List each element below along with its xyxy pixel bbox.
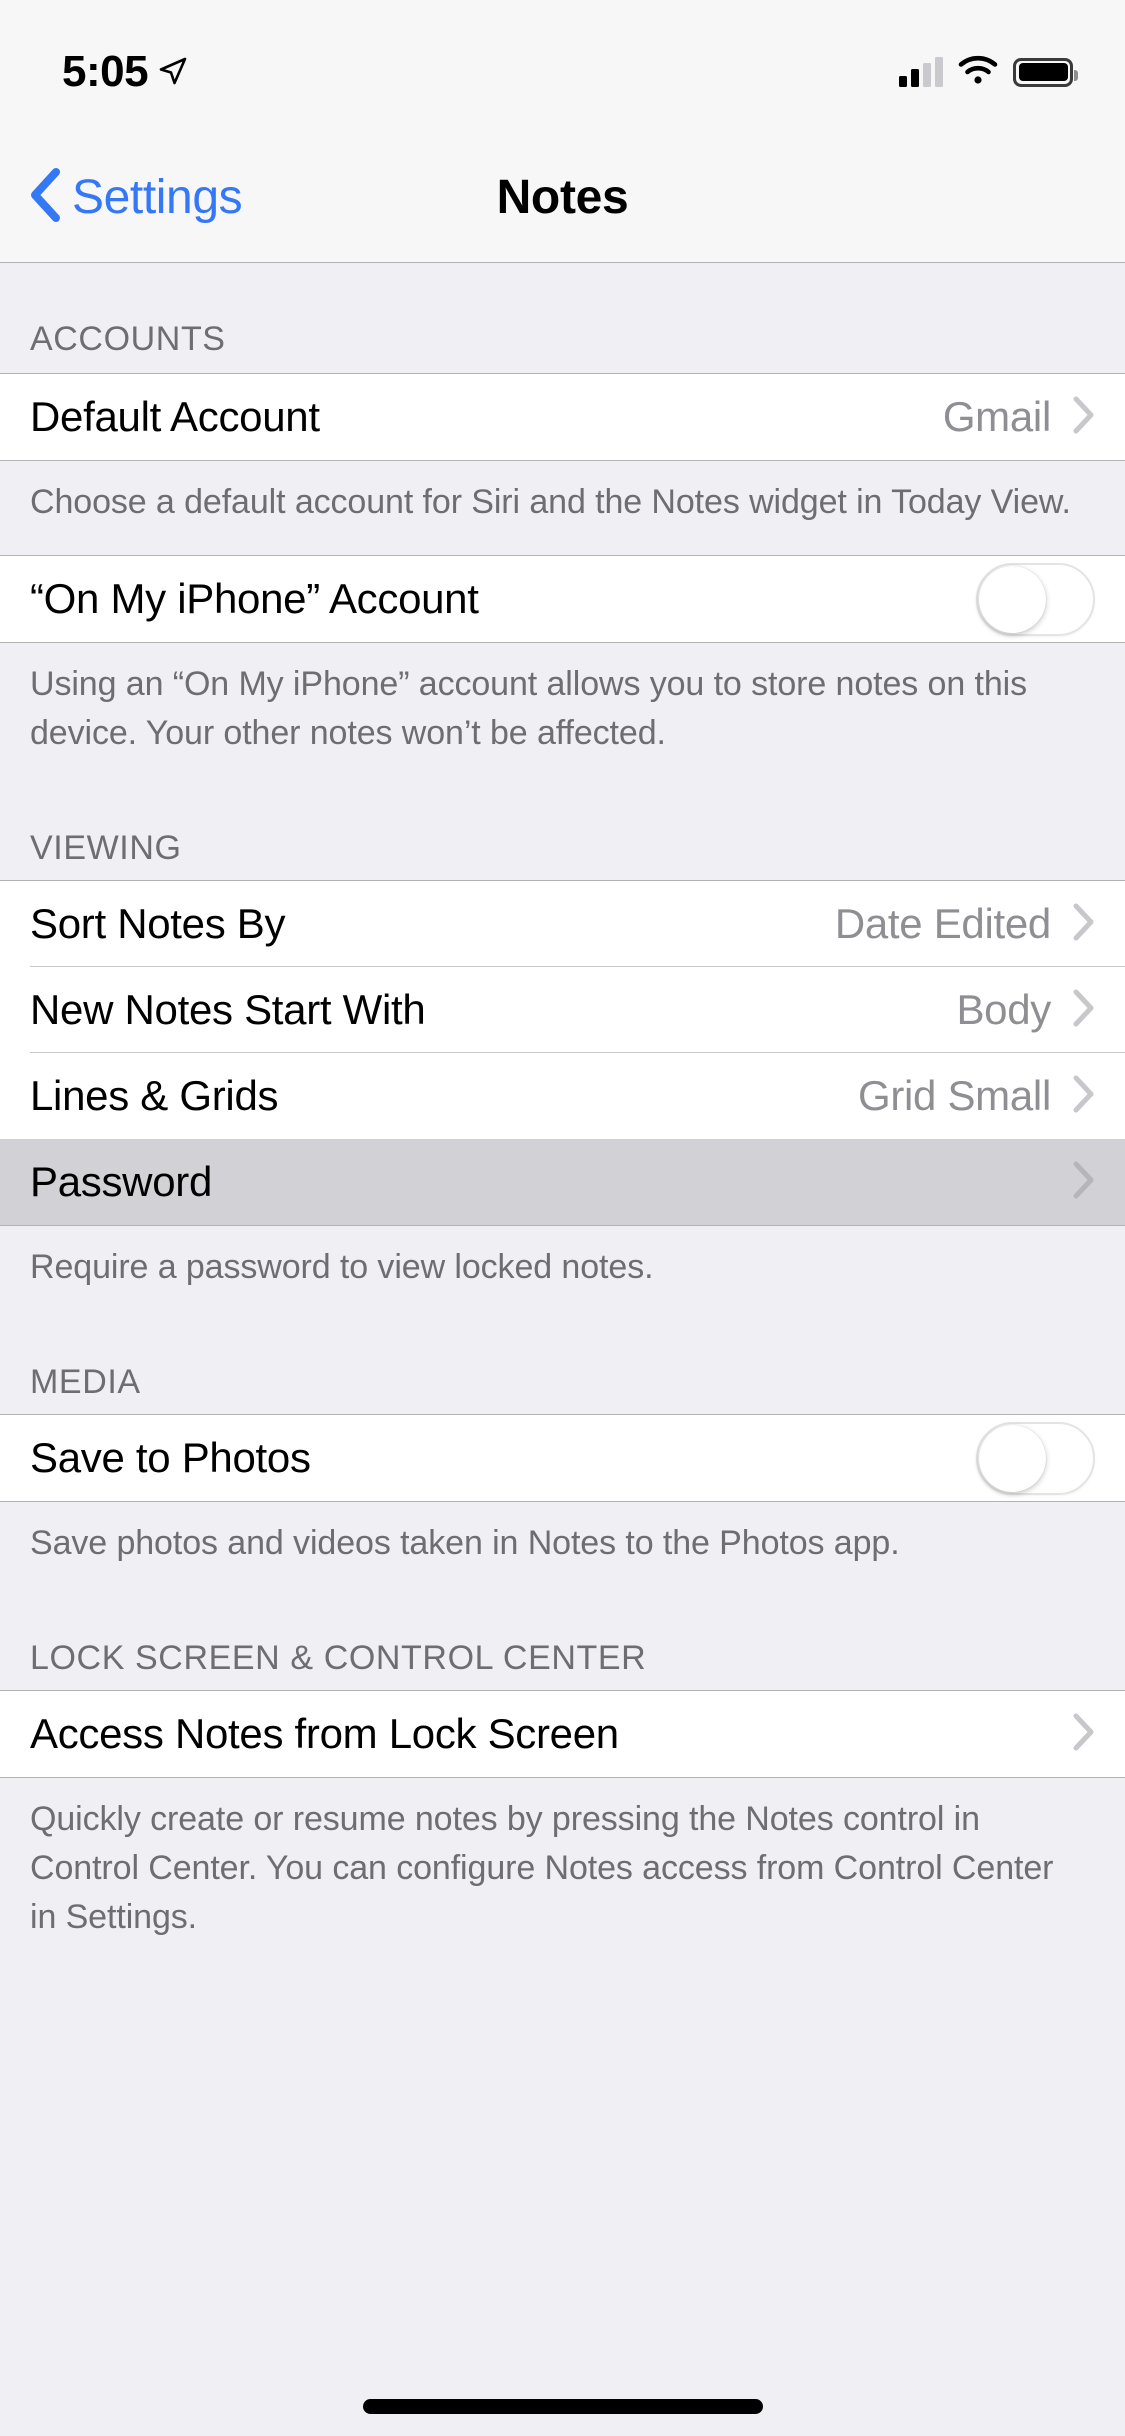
- on-my-iphone-toggle[interactable]: [976, 562, 1095, 636]
- section-header-media: MEDIA: [30, 1363, 141, 1401]
- section-viewing: Sort Notes By Date Edited New Notes Star…: [0, 880, 1125, 1226]
- toggle-knob: [979, 565, 1046, 633]
- row-label: Default Account: [30, 393, 320, 440]
- section-header-lock-screen: LOCK SCREEN & CONTROL CENTER: [30, 1639, 647, 1677]
- section-footer-on-my-iphone: Using an “On My iPhone” account allows y…: [30, 665, 1028, 752]
- chevron-left-icon: [28, 167, 62, 228]
- settings-list[interactable]: ACCOUNTS Default Account Gmail Choose a …: [0, 263, 1125, 2436]
- row-default-account[interactable]: Default Account Gmail: [0, 374, 1125, 460]
- wifi-icon: [958, 55, 998, 90]
- section-footer-lock-screen: Quickly create or resume notes by pressi…: [30, 1800, 1054, 1936]
- status-bar-time: 5:05: [62, 47, 149, 96]
- row-label: “On My iPhone” Account: [30, 575, 479, 622]
- section-footer-accounts: Choose a default account for Siri and th…: [30, 483, 1071, 521]
- chevron-right-icon: [1073, 1075, 1095, 1118]
- row-on-my-iphone-account[interactable]: “On My iPhone” Account: [0, 556, 1125, 642]
- chevron-right-icon: [1073, 1161, 1095, 1204]
- section-footer-viewing: Require a password to view locked notes.: [30, 1248, 654, 1286]
- section-on-my-iphone: “On My iPhone” Account: [0, 555, 1125, 643]
- battery-full-icon: [1013, 57, 1078, 87]
- back-button-label: Settings: [72, 170, 243, 224]
- row-value: Body: [956, 986, 1051, 1033]
- section-header-viewing: VIEWING: [30, 829, 182, 867]
- notes-settings-screen: 5:05 Settings Notes ACCOUNTS Default Acc…: [0, 0, 1125, 2436]
- home-indicator[interactable]: [362, 2399, 763, 2414]
- section-accounts: Default Account Gmail: [0, 373, 1125, 461]
- row-password[interactable]: Password: [0, 1139, 1125, 1225]
- location-arrow-icon: [158, 56, 188, 91]
- chevron-right-icon: [1073, 396, 1095, 439]
- status-bar-left: 5:05: [62, 47, 188, 97]
- save-to-photos-toggle[interactable]: [976, 1421, 1095, 1495]
- row-label: Sort Notes By: [30, 900, 286, 947]
- section-lock-screen: Access Notes from Lock Screen: [0, 1690, 1125, 1778]
- chevron-right-icon: [1073, 1713, 1095, 1756]
- status-bar: 5:05: [0, 0, 1125, 132]
- section-media: Save to Photos: [0, 1414, 1125, 1502]
- section-header-accounts: ACCOUNTS: [30, 320, 226, 358]
- row-value: Grid Small: [857, 1072, 1051, 1119]
- toggle-knob: [979, 1424, 1046, 1492]
- row-save-to-photos[interactable]: Save to Photos: [0, 1415, 1125, 1501]
- row-new-notes-start-with[interactable]: New Notes Start With Body: [0, 967, 1125, 1053]
- row-label: New Notes Start With: [30, 986, 426, 1033]
- status-bar-right: [899, 55, 1078, 90]
- chevron-right-icon: [1073, 989, 1095, 1032]
- row-label: Password: [30, 1158, 213, 1205]
- back-button[interactable]: Settings: [28, 167, 243, 228]
- row-value: Gmail: [942, 393, 1051, 440]
- section-footer-media: Save photos and videos taken in Notes to…: [30, 1524, 900, 1562]
- row-label: Save to Photos: [30, 1434, 311, 1481]
- chevron-right-icon: [1073, 903, 1095, 946]
- row-value: Date Edited: [834, 900, 1051, 947]
- row-lines-and-grids[interactable]: Lines & Grids Grid Small: [0, 1053, 1125, 1139]
- row-label: Lines & Grids: [30, 1072, 279, 1119]
- row-label: Access Notes from Lock Screen: [30, 1710, 619, 1757]
- cellular-signal-icon: [899, 57, 943, 87]
- row-sort-notes-by[interactable]: Sort Notes By Date Edited: [0, 881, 1125, 967]
- navigation-bar: Settings Notes: [0, 132, 1125, 263]
- row-access-notes-from-lock-screen[interactable]: Access Notes from Lock Screen: [0, 1691, 1125, 1777]
